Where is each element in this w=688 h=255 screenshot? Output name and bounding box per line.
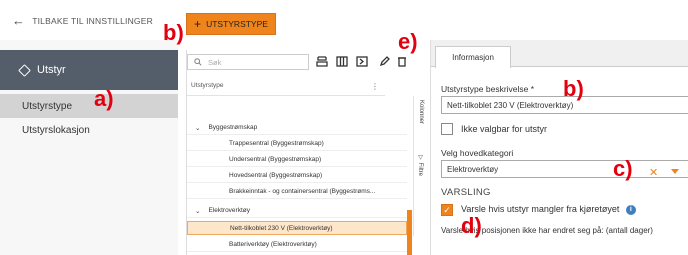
- filters-side-tab[interactable]: ▽ Filtre: [414, 154, 424, 176]
- row-label: Batteriverktøy (Elektroverktøy): [229, 241, 317, 248]
- annotation-e: e): [398, 29, 418, 54]
- column-header[interactable]: Utstyrstype ⋮: [187, 82, 385, 96]
- columns-side-tab[interactable]: Kolonner: [414, 100, 424, 124]
- caret-down-icon[interactable]: [671, 169, 679, 174]
- annotation-d: d): [461, 213, 482, 238]
- add-button-label: UTSTYRSTYPE: [206, 19, 268, 29]
- back-to-settings-link[interactable]: ← TILBAKE TIL INNSTILLINGER: [12, 13, 153, 28]
- app-window: ← TILBAKE TIL INNSTILLINGER + UTSTYRSTYP…: [0, 0, 688, 255]
- row-label: Undersentral (Byggestrømskap): [229, 156, 322, 163]
- equipment-type-list-panel: Søk Utstyrstype ⋮ Kolonner ▽ Filtre ⌄ By…: [186, 50, 424, 255]
- clear-icon[interactable]: ✕: [649, 166, 658, 179]
- not-selectable-label: Ikke valgbar for utstyr: [461, 124, 548, 134]
- row-label: Trappesentral (Byggestrømskap): [229, 140, 324, 147]
- chevron-down-icon: ⌄: [195, 124, 201, 132]
- notify-missing-row: Varsle hvis utstyr mangler fra kjøretøye…: [461, 204, 636, 215]
- tab-information[interactable]: Informasjon: [435, 46, 511, 68]
- delete-icon[interactable]: [395, 54, 409, 68]
- list-item[interactable]: Batteriverktøy (Elektroverktøy): [187, 238, 407, 252]
- info-icon[interactable]: i: [625, 204, 636, 215]
- list-group-row[interactable]: ⌄ Elektroverktøy: [187, 204, 407, 218]
- arrow-left-icon: ←: [12, 13, 26, 28]
- column-header-label: Utstyrstype: [191, 82, 224, 89]
- notify-missing-checkbox[interactable]: ✓: [441, 204, 453, 216]
- export-icon[interactable]: [355, 54, 369, 68]
- tab-strip: Informasjon: [431, 40, 688, 68]
- row-label: Byggestrømskap: [208, 124, 258, 131]
- search-input[interactable]: Søk: [187, 54, 309, 70]
- sidebar-item-label: Utstyrstype: [22, 100, 73, 112]
- filter-icon: ▽: [417, 154, 423, 161]
- notify-missing-label: Varsle hvis utstyr mangler fra kjøretøye…: [461, 204, 620, 214]
- tag-icon: [18, 63, 31, 77]
- search-placeholder: Søk: [208, 57, 222, 67]
- row-label: Hovedsentral (Byggestrømskap): [229, 172, 323, 179]
- group-icon[interactable]: [315, 54, 329, 68]
- chevron-down-icon: ⌄: [195, 207, 201, 215]
- back-link-label: TILBAKE TIL INNSTILLINGER: [32, 16, 153, 26]
- annotation-b-right: b): [563, 76, 584, 101]
- edit-pencil-icon[interactable]: [377, 54, 391, 68]
- main-category-label: Velg hovedkategori: [441, 148, 514, 158]
- column-menu-icon[interactable]: ⋮: [371, 82, 379, 91]
- columns-icon[interactable]: [335, 54, 349, 68]
- description-value: Nett-tilkoblet 230 V (Elektroverktøy): [447, 100, 574, 110]
- list-item[interactable]: Brakkeinntak - og containersentral (Bygg…: [187, 185, 407, 199]
- not-selectable-checkbox[interactable]: [441, 123, 453, 135]
- main-category-value: Elektroverktøy: [447, 164, 499, 174]
- list-item[interactable]: Hovedsentral (Byggestrømskap): [187, 169, 407, 183]
- sidebar-item-label: Utstyrslokasjon: [22, 124, 90, 136]
- sidebar: Utstyr Utstyrstype Utstyrslokasjon: [0, 40, 178, 255]
- list-item-selected[interactable]: Nett-tilkoblet 230 V (Elektroverktøy): [187, 221, 407, 235]
- side-tool-strip: Kolonner ▽ Filtre: [413, 96, 424, 236]
- list-item[interactable]: Trappesentral (Byggestrømskap): [187, 137, 407, 151]
- annotation-a: a): [94, 86, 114, 111]
- sidebar-item-equipment-type[interactable]: Utstyrstype: [0, 94, 178, 118]
- list-item[interactable]: Undersentral (Byggestrømskap): [187, 153, 407, 167]
- add-equipment-type-button[interactable]: + UTSTYRSTYPE: [186, 13, 276, 35]
- sidebar-item-equipment-location[interactable]: Utstyrslokasjon: [0, 118, 178, 142]
- sidebar-header: Utstyr: [0, 50, 178, 90]
- plus-icon: +: [194, 17, 202, 31]
- columns-side-label: Kolonner: [418, 100, 424, 125]
- list-scrollbar[interactable]: [407, 210, 412, 255]
- tab-label: Informasjon: [452, 53, 494, 62]
- filters-side-label: Filtre: [417, 162, 423, 177]
- varsling-heading: VARSLING: [441, 187, 491, 198]
- row-label: Brakkeinntak - og containersentral (Bygg…: [229, 188, 376, 195]
- top-bar: ← TILBAKE TIL INNSTILLINGER + UTSTYRSTYP…: [0, 0, 688, 40]
- sidebar-title: Utstyr: [37, 64, 66, 76]
- annotation-c: c): [613, 156, 633, 181]
- row-label: Nett-tilkoblet 230 V (Elektroverktøy): [230, 224, 333, 232]
- search-icon: [194, 58, 202, 66]
- annotation-b-top: b): [163, 20, 184, 45]
- description-label: Utstyrstype beskrivelse *: [441, 84, 535, 94]
- list-group-row[interactable]: ⌄ Byggestrømskap: [187, 121, 407, 135]
- row-label: Elektroverktøy: [208, 207, 250, 214]
